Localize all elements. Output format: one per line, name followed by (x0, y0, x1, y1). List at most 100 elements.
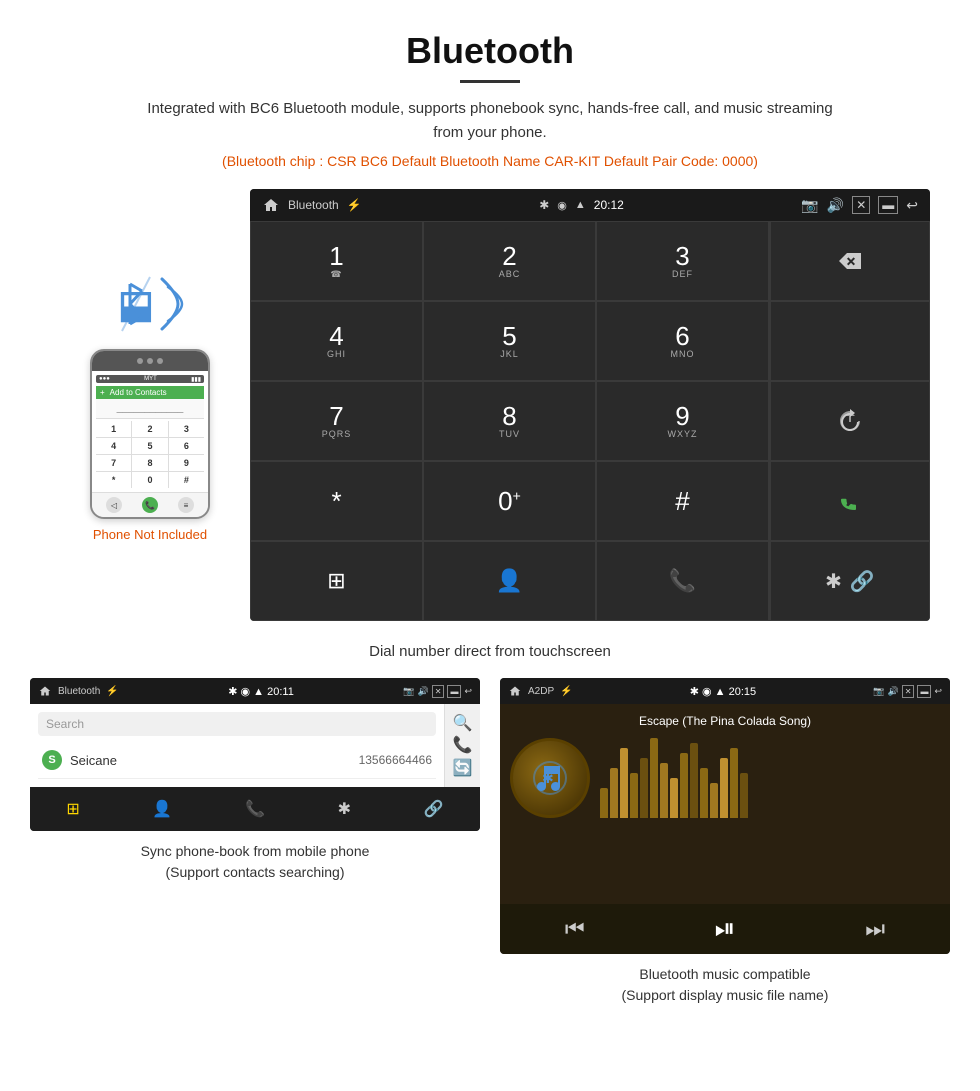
signal-icon: ▲ (575, 199, 586, 211)
viz-bar-4 (640, 758, 648, 818)
phone-icon-key[interactable]: 📞 (596, 541, 769, 621)
music-note-icon: ✱ (532, 760, 568, 796)
contacts-icon-key[interactable]: 👤 (423, 541, 596, 621)
location-icon: ◉ (557, 199, 567, 212)
phone-screen: ●●● MYT ▮▮▮ Add to Contacts ____________… (92, 371, 208, 492)
contacts-list-area: Search S Seicane 13566664466 (30, 704, 444, 787)
viz-bar-7 (670, 778, 678, 818)
contacts-status-right: 📷 🔊 ✕ ▬ ↩ (403, 685, 472, 698)
viz-bar-6 (660, 763, 668, 818)
viz-bar-12 (720, 758, 728, 818)
prev-track-button[interactable]: ⏮ (565, 916, 585, 942)
music-app-name: A2DP (528, 686, 554, 697)
music-home-icon (508, 685, 522, 697)
close-icon: ✕ (852, 196, 870, 214)
contacts-win-icon: ▬ (447, 685, 461, 698)
contacts-status-center: ✱ ◉ ▲ 20:11 (125, 685, 398, 698)
car-time: 20:12 (594, 198, 624, 212)
specs-text: (Bluetooth chip : CSR BC6 Default Blueto… (20, 153, 960, 169)
backspace-button[interactable] (770, 221, 930, 301)
music-content: ✱ (510, 738, 940, 818)
music-screen-block: A2DP ⚡ ✱ ◉ ▲ 20:15 📷 🔊 ✕ ▬ ↩ Escap (500, 678, 950, 1006)
side-bottom-row: ✱ 🔗 (770, 541, 930, 621)
contact-row[interactable]: S Seicane 13566664466 (38, 742, 436, 779)
contacts-cam-icon: 📷 (403, 686, 414, 697)
viz-bar-8 (680, 753, 688, 818)
car-status-bar: Bluetooth ⚡ ✱ ◉ ▲ 20:12 📷 🔊 ✕ ▬ ↩ (250, 189, 930, 221)
viz-bar-14 (740, 773, 748, 818)
music-win-icon: ▬ (917, 685, 931, 698)
dial-caption: Dial number direct from touchscreen (0, 631, 980, 678)
contacts-usb-icon: ⚡ (106, 686, 118, 697)
key-5[interactable]: 5 JKL (423, 301, 596, 381)
viz-bar-0 (600, 788, 608, 818)
contacts-nav-bt[interactable]: ✱ (338, 799, 351, 819)
key-2[interactable]: 2 ABC (423, 221, 596, 301)
search-bar[interactable]: Search (38, 712, 436, 736)
music-mini-screen: A2DP ⚡ ✱ ◉ ▲ 20:15 📷 🔊 ✕ ▬ ↩ Escap (500, 678, 950, 954)
home-icon (262, 197, 280, 213)
viz-bar-13 (730, 748, 738, 818)
search-side-icon[interactable]: 🔍 (453, 713, 473, 733)
key-6[interactable]: 6 MNO (596, 301, 769, 381)
key-7[interactable]: 7 PQRS (250, 381, 423, 461)
page-header: Bluetooth Integrated with BC6 Bluetooth … (0, 0, 980, 189)
contacts-nav-apps[interactable]: ⊞ (66, 799, 79, 819)
phone-side: ⬓ ●●● MYT (50, 189, 250, 542)
window-icon: ▬ (878, 196, 898, 214)
key-8[interactable]: 8 TUV (423, 381, 596, 461)
call-side-icon[interactable]: 📞 (453, 735, 473, 755)
contact-number: 13566664466 (359, 753, 432, 767)
key-0[interactable]: 0+ (423, 461, 596, 541)
next-track-button[interactable]: ⏭ (865, 916, 885, 942)
music-visualizer (600, 738, 940, 818)
bluetooth-wave-icon: ⬓ (110, 269, 190, 339)
key-1[interactable]: 1 ☎ (250, 221, 423, 301)
title-underline (460, 80, 520, 83)
play-pause-button[interactable]: ⏯ (715, 913, 736, 945)
key-9[interactable]: 9 WXYZ (596, 381, 769, 461)
contacts-body: Search S Seicane 13566664466 🔍 📞 🔄 (30, 704, 480, 787)
dialer-keypad: 1 ☎ 2 ABC 3 DEF 4 GHI 5 JKL (250, 221, 770, 621)
volume-icon: 🔊 (827, 197, 844, 214)
contacts-back-icon: ↩ (464, 686, 472, 697)
music-controls: ⏮ ⏯ ⏭ (500, 904, 950, 954)
music-cam-icon: 📷 (873, 686, 884, 697)
sync-side-icon[interactable]: 🔄 (453, 758, 473, 778)
link-nav-icon[interactable]: 🔗 (850, 569, 875, 594)
contacts-side-icons: 🔍 📞 🔄 (444, 704, 480, 787)
sync-button[interactable] (770, 381, 930, 461)
svg-text:✱: ✱ (542, 770, 554, 786)
key-3[interactable]: 3 DEF (596, 221, 769, 301)
phone-menu-btn: ≡ (178, 497, 194, 513)
contacts-nav-phone[interactable]: 📞 (245, 799, 265, 819)
bottom-screens: Bluetooth ⚡ ✱ ◉ ▲ 20:11 📷 🔊 ✕ ▬ ↩ (0, 678, 980, 1006)
viz-bar-3 (630, 773, 638, 818)
car-app-name: Bluetooth (288, 198, 339, 212)
music-body: Escape (The Pina Colada Song) ✱ (500, 704, 950, 904)
call-button[interactable] (770, 461, 930, 541)
music-status-center: ✱ ◉ ▲ 20:15 (579, 685, 868, 698)
description-text: Integrated with BC6 Bluetooth module, su… (140, 97, 840, 145)
car-dialer-screen: Bluetooth ⚡ ✱ ◉ ▲ 20:12 📷 🔊 ✕ ▬ ↩ 1 ☎ (250, 189, 930, 621)
contacts-app-name: Bluetooth (58, 686, 100, 697)
key-hash[interactable]: # (596, 461, 769, 541)
contacts-nav-link[interactable]: 🔗 (424, 799, 444, 819)
phone-call-btn: 📞 (142, 497, 158, 513)
music-caption: Bluetooth music compatible (Support disp… (500, 964, 950, 1006)
phone-back-btn: ◁ (106, 497, 122, 513)
bt-nav-icon[interactable]: ✱ (825, 569, 842, 594)
apps-icon-key[interactable]: ⊞ (250, 541, 423, 621)
contacts-status-bar: Bluetooth ⚡ ✱ ◉ ▲ 20:11 📷 🔊 ✕ ▬ ↩ (30, 678, 480, 704)
contacts-nav-person[interactable]: 👤 (152, 799, 172, 819)
key-4[interactable]: 4 GHI (250, 301, 423, 381)
key-star[interactable]: * (250, 461, 423, 541)
music-time: 20:15 (729, 686, 757, 698)
contacts-bottom-nav: ⊞ 👤 📞 ✱ 🔗 (30, 787, 480, 831)
phone-keypad: 1 2 3 4 5 6 7 8 9 * 0 # (96, 421, 204, 488)
viz-bar-10 (700, 768, 708, 818)
contacts-caption: Sync phone-book from mobile phone (Suppo… (30, 841, 480, 883)
contacts-home-icon (38, 685, 52, 697)
contacts-time: 20:11 (267, 686, 294, 698)
music-back-icon: ↩ (934, 686, 942, 697)
